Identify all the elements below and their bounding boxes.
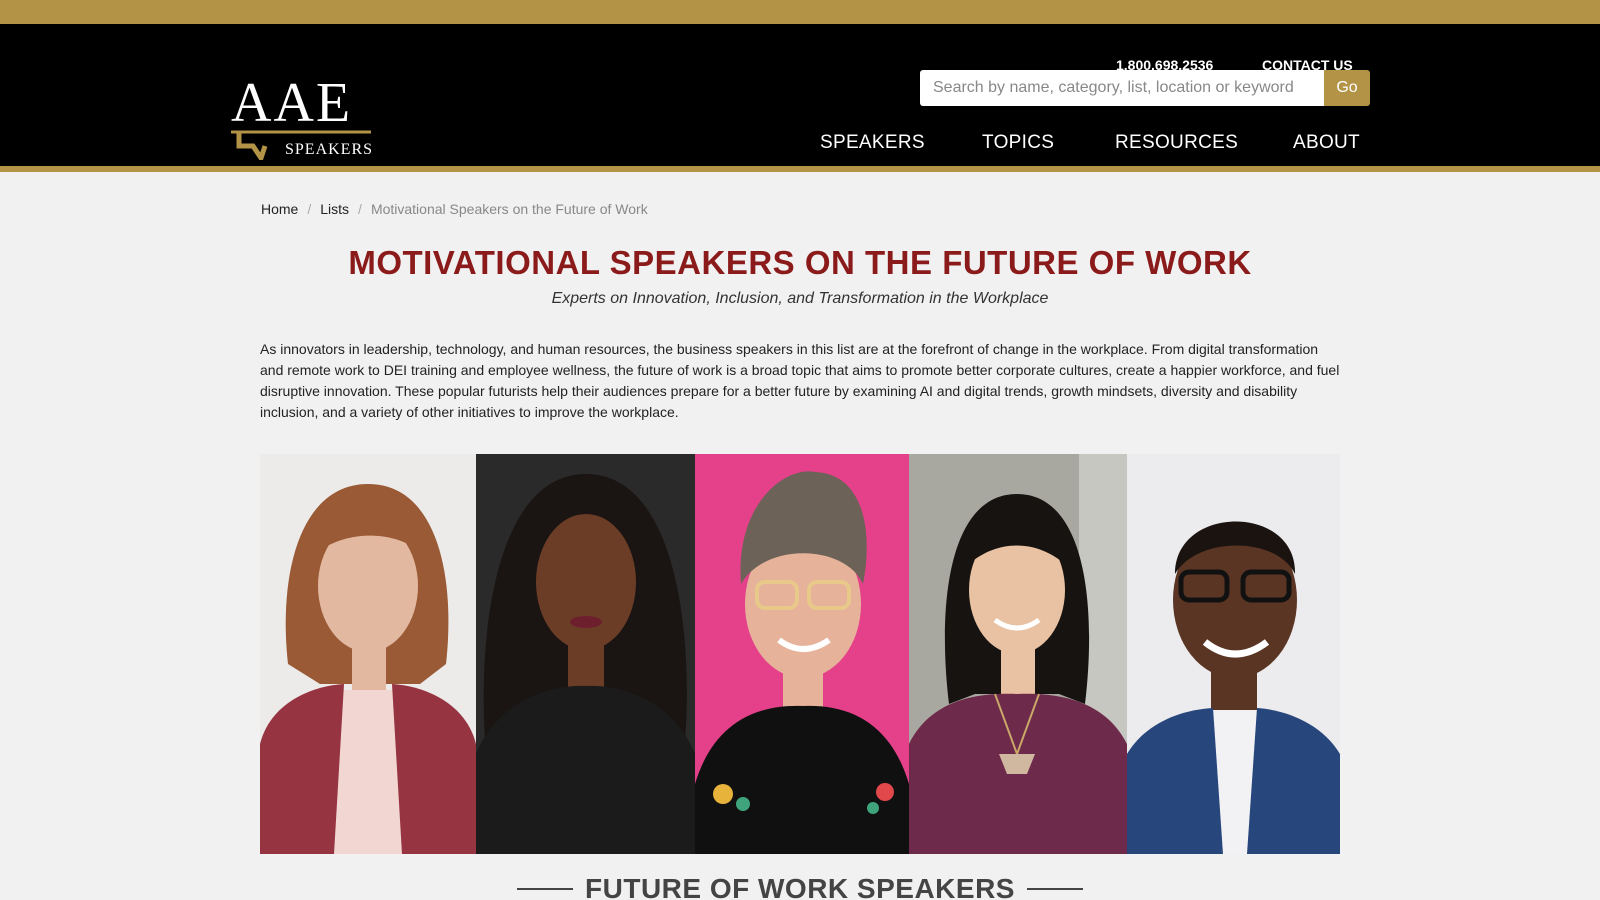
page-subtitle: Experts on Innovation, Inclusion, and Tr…	[551, 290, 1049, 307]
speaker-photo-5	[1127, 454, 1340, 854]
logo-subtitle: SPEAKERS	[285, 141, 374, 158]
nav-resources[interactable]: RESOURCES	[1115, 132, 1238, 154]
nav-about[interactable]: ABOUT	[1293, 132, 1360, 154]
speaker-photo-3	[695, 454, 909, 854]
header-accent-border	[0, 166, 1600, 172]
speaker-photo-2	[476, 454, 695, 854]
section-title: FUTURE OF WORK SPEAKERS	[585, 873, 1015, 900]
page-title: MOTIVATIONAL SPEAKERS ON THE FUTURE OF W…	[348, 244, 1252, 281]
search-form: Go	[920, 70, 1370, 106]
nav-speakers[interactable]: SPEAKERS	[820, 132, 925, 154]
heading-rule-left	[517, 888, 574, 890]
breadcrumb-lists[interactable]: Lists	[320, 201, 349, 217]
breadcrumb: Home / Lists / Motivational Speakers on …	[261, 201, 648, 217]
breadcrumb-home[interactable]: Home	[261, 201, 298, 217]
top-accent-strip	[0, 0, 1600, 24]
breadcrumb-separator: /	[358, 201, 362, 217]
logo[interactable]: AAE SPEAKERS	[231, 72, 374, 162]
breadcrumb-current: Motivational Speakers on the Future of W…	[370, 201, 648, 217]
breadcrumb-separator: /	[307, 201, 312, 217]
section-heading: FUTURE OF WORK SPEAKERS	[0, 872, 1600, 900]
speaker-photo-4	[909, 454, 1127, 854]
search-go-button[interactable]: Go	[1324, 70, 1370, 106]
search-input[interactable]	[920, 70, 1324, 106]
nav-topics[interactable]: TOPICS	[982, 132, 1054, 154]
intro-paragraph: As innovators in leadership, technology,…	[260, 341, 1340, 420]
speakers-banner-image	[260, 454, 1340, 854]
speaker-photo-1	[260, 454, 476, 854]
logo-wordmark: AAE	[231, 72, 353, 134]
heading-rule-right	[1026, 888, 1083, 890]
